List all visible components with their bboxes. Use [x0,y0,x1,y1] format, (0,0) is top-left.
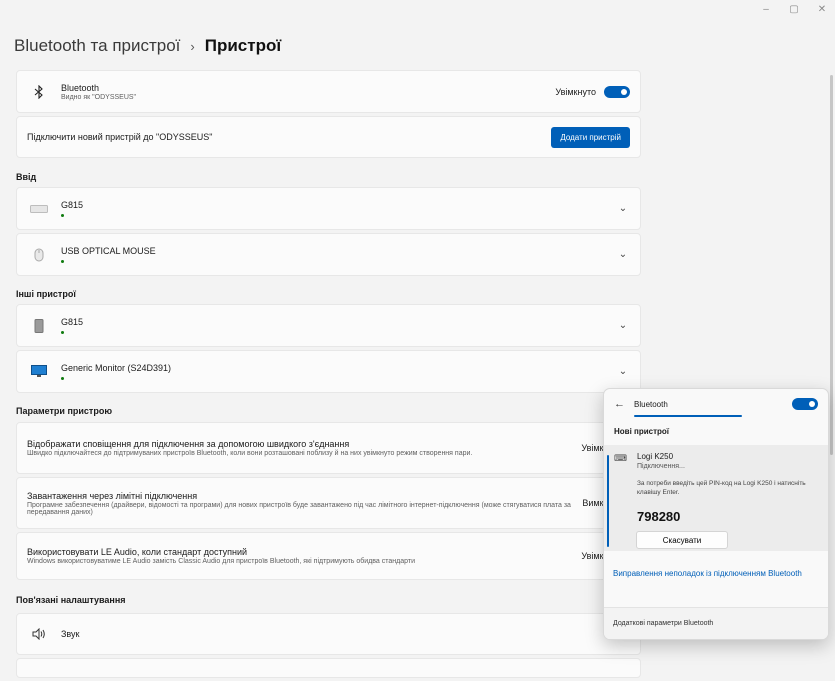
bluetooth-title: Bluetooth [61,82,100,93]
breadcrumb-parent[interactable]: Bluetooth та пристрої [14,36,180,56]
connected-indicator [61,214,64,217]
add-device-button[interactable]: Додати пристрій [551,126,630,148]
troubleshoot-link[interactable]: Виправлення неполадок із підключенням Bl… [613,569,803,579]
device-row-g815-other[interactable]: G815 ⌄ [16,304,641,347]
device-name: G815 [61,200,84,210]
device-name: Generic Monitor (S24D391) [61,363,172,373]
device-name: G815 [61,317,84,327]
chevron-down-icon[interactable]: ⌄ [616,320,630,331]
setting-title: Завантаження через лімітні підключення [27,490,198,501]
speaker-icon [27,628,51,640]
related-section-heading: Пов'язані налаштування [16,595,126,605]
setting-row-swift-pair: Відображати сповіщення для підключення з… [16,422,641,474]
window-controls: – ▢ ✕ [761,4,827,15]
connected-indicator [61,377,64,380]
selection-indicator [607,455,609,547]
flyout-section-title: Нові пристрої [614,427,670,436]
more-bluetooth-settings[interactable]: Додаткові параметри Bluetooth [604,607,828,639]
add-device-row: Підключити новий пристрій до "ODYSSEUS" … [16,116,641,158]
back-arrow-icon[interactable]: ← [614,398,625,410]
maximize-button[interactable]: ▢ [789,4,799,15]
add-device-label: Підключити новий пристрій до "ODYSSEUS" [27,132,213,142]
flyout-title: Bluetooth [634,399,668,409]
pairing-device-card: ⌨ Logi K250 Підключення... За потреби вв… [604,445,828,551]
cancel-button[interactable]: Скасувати [636,531,728,549]
sound-row[interactable]: Звук › [16,613,641,655]
setting-row-metered: Завантаження через лімітні підключення П… [16,477,641,529]
close-button[interactable]: ✕ [817,4,827,15]
setting-title: Відображати сповіщення для підключення з… [27,439,350,449]
bluetooth-state: Увімкнуто [555,86,596,97]
connected-indicator [61,260,64,263]
monitor-icon [27,365,51,378]
pairing-status: Підключення... [637,463,685,470]
scrollbar[interactable] [830,75,833,455]
minimize-button[interactable]: – [761,4,771,15]
pin-code: 798280 [637,509,681,524]
setting-row-le-audio: Використовувати LE Audio, коли стандарт … [16,532,641,580]
input-section-heading: Ввід [16,172,37,182]
mouse-icon [27,248,51,262]
sound-label: Звук [61,629,80,639]
bluetooth-flyout: ← Bluetooth Нові пристрої ⌨ Logi K250 Пі… [603,388,829,640]
connected-indicator [61,331,64,334]
bluetooth-toggle[interactable] [604,85,630,98]
bluetooth-row: Bluetooth Видно як "ODYSSEUS" Увімкнуто [16,70,641,113]
chevron-down-icon[interactable]: ⌄ [616,366,630,377]
page-title: Пристрої [204,36,282,55]
chevron-down-icon[interactable]: ⌄ [616,203,630,214]
next-row[interactable] [16,658,641,678]
other-section-heading: Інші пристрої [16,289,76,299]
keyboard-icon [27,204,51,213]
params-section-heading: Параметри пристрою [16,406,113,416]
device-icon [27,318,51,333]
setting-subtitle: Windows використовуватиме LE Audio заміс… [27,558,415,565]
progress-bar [634,415,742,417]
device-row-monitor[interactable]: Generic Monitor (S24D391) ⌄ [16,350,641,393]
bluetooth-icon [27,84,51,99]
chevron-down-icon[interactable]: ⌄ [616,249,630,260]
pairing-device-name: Logi K250 [637,452,674,461]
bluetooth-subtitle: Видно як "ODYSSEUS" [61,93,137,101]
device-row-mouse[interactable]: USB OPTICAL MOUSE ⌄ [16,233,641,276]
flyout-header: ← Bluetooth [604,389,828,419]
breadcrumb: Bluetooth та пристрої › Пристрої [14,36,281,56]
keyboard-icon: ⌨ [614,453,627,463]
pin-instructions: За потреби введіть цей PIN-код на Logi K… [637,480,806,496]
flyout-bluetooth-toggle[interactable] [792,398,818,410]
breadcrumb-separator: › [190,38,195,54]
setting-title: Використовувати LE Audio, коли стандарт … [27,547,248,557]
main-content: Bluetooth Видно як "ODYSSEUS" Увімкнуто … [16,70,641,681]
device-name: USB OPTICAL MOUSE [61,246,156,256]
setting-subtitle: Швидко підключайтеся до підтримуваних пр… [27,450,473,457]
setting-subtitle: Програмне забезпечення (драйвери, відомо… [27,501,571,516]
device-row-g815[interactable]: G815 ⌄ [16,187,641,230]
